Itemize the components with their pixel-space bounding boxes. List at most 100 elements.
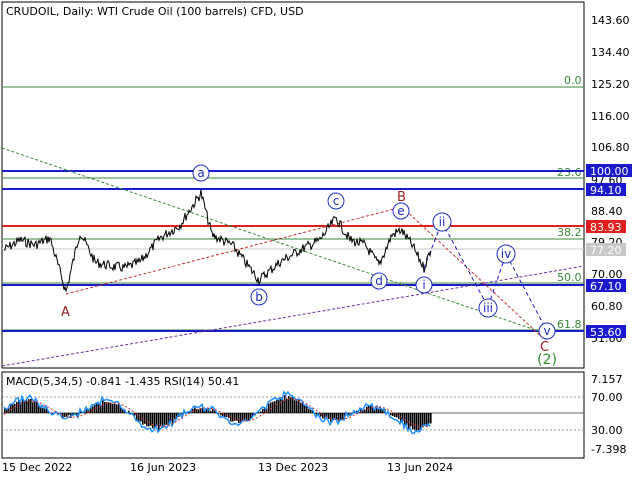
macd-bar [244,413,246,420]
macd-bar [232,413,234,422]
level-tag-100: 100.00 [586,164,632,178]
fib-label: 61.8 [557,318,582,331]
level-tag-67: 67.10 [586,279,626,293]
macd-bar [392,413,394,416]
price-tick: 116.00 [591,110,630,123]
svg-text:94.10: 94.10 [590,184,622,197]
chart-canvas: CRUDOIL, Daily: WTI Crude Oil (100 barre… [1,1,632,474]
macd-bar [308,408,310,413]
macd-bar [150,413,152,426]
macd-bar [288,395,290,413]
svg-text:ii: ii [439,215,446,229]
macd-bar [140,413,142,422]
macd-bar [300,402,302,413]
svg-text:67.10: 67.10 [590,280,622,293]
macd-bar [430,413,432,424]
macd-bar [166,413,168,425]
macd-bar [114,403,116,413]
macd-bar [220,413,222,416]
wave-label-A: A [61,305,70,320]
macd-bar [234,413,236,421]
svg-text:d: d [375,274,383,288]
macd-bar [304,405,306,413]
macd-bar [284,395,286,413]
macd-bar [368,405,370,413]
macd-bar [416,413,418,431]
macd-bar [160,413,162,426]
fib-label: 23.6 [557,166,582,179]
macd-bar [108,402,110,413]
macd-bar [342,413,344,420]
svg-text:53.60: 53.60 [590,326,622,339]
macd-bar [144,413,146,424]
date-label: 15 Dec 2022 [2,461,72,474]
macd-bar [286,398,288,413]
svg-text:b: b [255,290,263,304]
svg-text:iii: iii [483,301,493,315]
svg-text:i: i [422,278,425,292]
price-tick: 106.80 [591,141,630,154]
svg-text:83.93: 83.93 [590,221,622,234]
macd-bar [424,413,426,426]
macd-bar [212,408,214,413]
macd-bar [328,413,330,419]
macd-bar [310,409,312,413]
macd-bar [104,402,106,413]
macd-bar [322,413,324,419]
svg-text:iv: iv [501,247,511,261]
macd-bar [272,401,274,413]
macd-bar [112,403,114,413]
macd-bar [42,408,44,413]
wave-b: b [250,288,268,306]
macd-bar [242,413,244,422]
macd-bar [68,413,70,416]
wave-c: c [327,192,345,210]
wave-ii: ii [432,212,452,232]
macd-bar [262,408,264,413]
macd-bar [268,403,270,413]
level-tag-77: 77.20 [586,243,626,257]
indicator-tick: 70.00 [591,391,623,404]
price-axis: 143.60 134.40 125.20 116.00 106.80 97.60… [591,14,630,345]
macd-bar [32,402,34,413]
level-tag-53: 53.60 [586,325,626,339]
macd-bar [390,413,392,416]
macd-bar [366,406,368,413]
macd-bar [30,398,32,413]
macd-bar [408,413,410,429]
macd-bar [146,413,148,427]
macd-bar [198,409,200,413]
svg-text:a: a [197,166,204,180]
macd-bar [382,410,384,413]
macd-bar [148,413,150,427]
wave-iii: iii [478,298,498,318]
macd-bar [24,400,26,413]
wave-e: e [392,202,410,220]
date-label: 13 Dec 2023 [258,461,328,474]
indicator-tick: 7.157 [591,373,623,386]
main-chart-pane [1,1,585,369]
macd-bar [428,413,430,424]
price-tick: 60.80 [591,300,623,313]
macd-bar [278,399,280,413]
macd-bar [12,404,14,413]
macd-bar [294,400,296,413]
svg-text:c: c [333,194,340,208]
macd-bar [152,413,154,429]
macd-bar [410,413,412,427]
macd-bar [276,399,278,413]
macd-bar [330,413,332,422]
price-tick: 134.40 [591,46,630,59]
svg-text:77.20: 77.20 [590,244,622,257]
indicator-tick: -7.398 [591,443,626,456]
macd-bar [110,403,112,413]
fib-label: 38.2 [557,226,582,239]
price-tick: 125.20 [591,78,630,91]
macd-bar [398,413,400,420]
macd-bar [164,413,166,426]
wave-d: d [370,272,388,290]
svg-text:e: e [397,204,404,218]
indicator-title: MACD(5,34,5) -0.841 -1.435 RSI(14) 50.41 [6,375,239,388]
wave-v: v [538,322,556,340]
macd-bar [250,413,252,419]
